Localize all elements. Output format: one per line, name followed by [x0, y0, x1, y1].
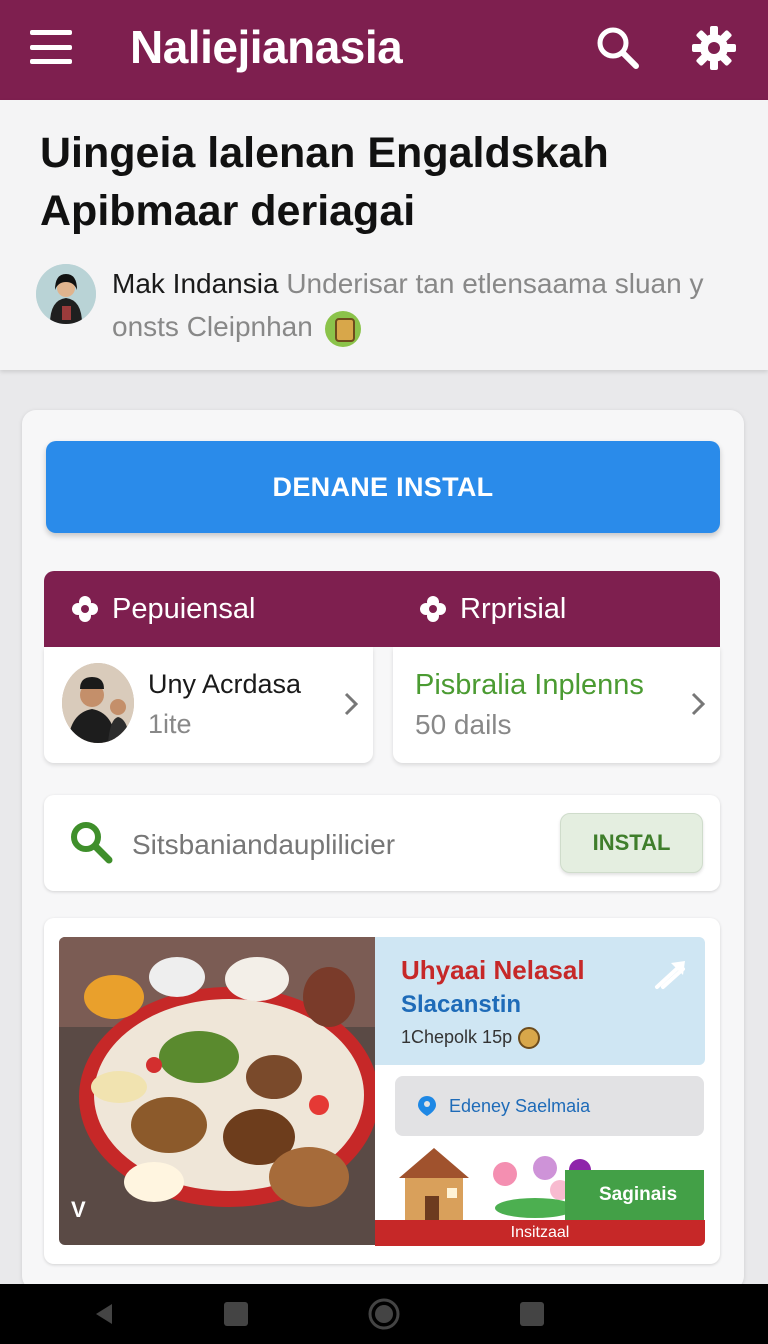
- offer-tile[interactable]: Pisbralia Inplenns 50 dails: [393, 647, 720, 763]
- category-tabs: Pepuiensal Rrprisial: [44, 571, 720, 647]
- menu-icon[interactable]: [30, 30, 72, 64]
- promo-subhead: Slacanstin: [401, 991, 522, 1018]
- author-avatar[interactable]: [36, 264, 96, 324]
- food-image: V: [59, 937, 375, 1245]
- tab-label: Rrprisial: [460, 592, 567, 625]
- pill-label: Edeney Saelmaia: [449, 1095, 591, 1116]
- promo-meta: 1Chepolk 15p: [401, 1027, 541, 1050]
- green-label-bar[interactable]: Saginais: [565, 1170, 704, 1220]
- promo-info-card: Uhyaai Nelasal Slacanstin 1Chepolk 15p: [375, 937, 705, 1065]
- tile-subtitle: 50 dails: [415, 709, 512, 740]
- chevron-right-icon: [344, 692, 359, 716]
- app-title: Naliejianasia: [130, 21, 403, 73]
- search-input[interactable]: Sitsbaniandauplilicier: [132, 829, 395, 861]
- search-icon: [71, 822, 113, 864]
- square-icon[interactable]: [222, 1300, 250, 1328]
- award-icon: [518, 1027, 541, 1050]
- red-install-bar[interactable]: Insitzaal: [375, 1220, 705, 1246]
- recents-icon[interactable]: [518, 1300, 546, 1328]
- tile-title: Uny Acrdasa: [148, 669, 302, 699]
- promo-headline: Uhyaai Nelasal: [401, 955, 585, 985]
- tab-personal[interactable]: Pepuiensal: [70, 571, 256, 647]
- back-icon[interactable]: [90, 1300, 118, 1328]
- flower-icon: [72, 596, 98, 622]
- article-title: Uingeia lalenan Engaldskah Apibmaar deri…: [40, 129, 609, 235]
- award-icon: [324, 310, 361, 347]
- download-install-button[interactable]: DENANE INSTAL: [46, 441, 720, 533]
- person-tile[interactable]: Uny Acrdasa 1ite: [44, 647, 373, 763]
- person-photo: [62, 663, 134, 743]
- search-icon[interactable]: [594, 24, 640, 70]
- flower-icon: [420, 596, 446, 622]
- author-name[interactable]: Mak Indansia: [112, 268, 279, 299]
- location-icon: [418, 1096, 436, 1116]
- tab-label: Pepuiensal: [112, 592, 256, 625]
- tab-special[interactable]: Rrprisial: [418, 571, 566, 647]
- system-navigation-bar: [0, 1284, 768, 1344]
- gear-icon[interactable]: [690, 24, 738, 72]
- share-arrow-icon[interactable]: [653, 957, 689, 991]
- search-bar: Sitsbaniandauplilicier INSTAL: [44, 795, 720, 891]
- article-byline: Mak Indansia Underisar tan etlensaama sl…: [112, 262, 742, 348]
- app-bar: Naliejianasia: [0, 0, 768, 100]
- tile-subtitle: 1ite: [148, 709, 192, 739]
- article-header: Uingeia lalenan Engaldskah Apibmaar deri…: [0, 100, 768, 370]
- install-button[interactable]: INSTAL: [560, 813, 703, 873]
- chevron-right-icon: [691, 692, 706, 716]
- promo-logo: V: [71, 1197, 86, 1222]
- home-icon[interactable]: [368, 1298, 400, 1330]
- tile-title: Pisbralia Inplenns: [415, 669, 644, 701]
- promo-pill[interactable]: Edeney Saelmaia: [395, 1076, 704, 1136]
- promo-meta-text: 1Chepolk 15p: [401, 1027, 513, 1047]
